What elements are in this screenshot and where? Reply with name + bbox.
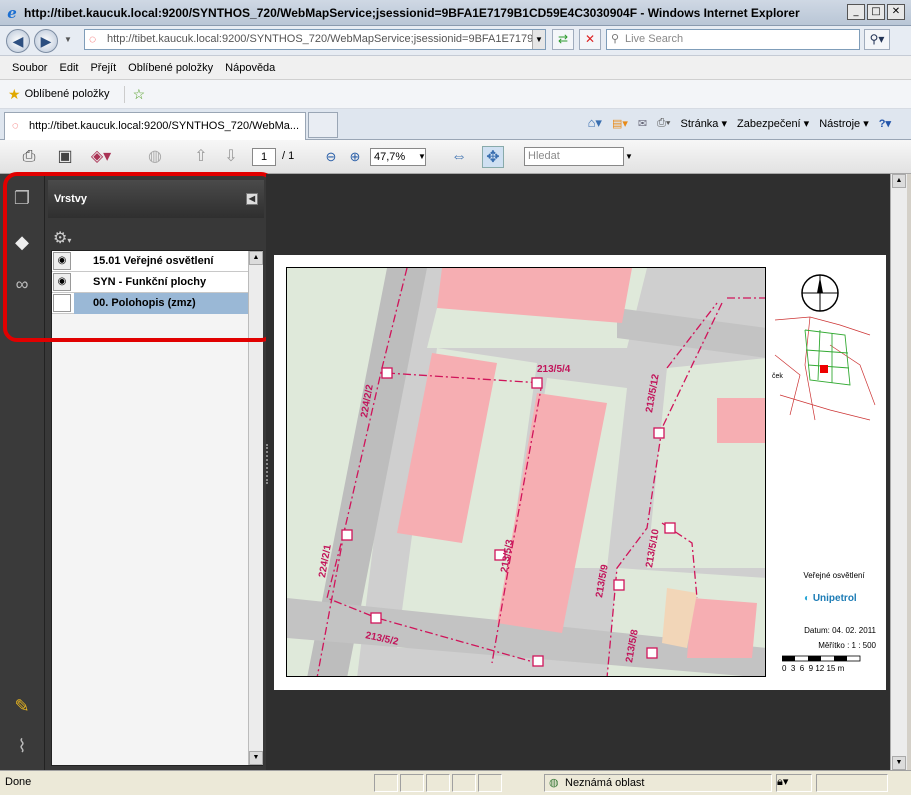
stop-icon[interactable]: ✕ xyxy=(579,29,601,50)
tools-menu[interactable]: Nástroje ▾ xyxy=(819,117,869,130)
ie-logo-icon: e xyxy=(7,3,17,22)
doc-scroll-down-icon[interactable]: ▼ xyxy=(892,756,906,770)
search-input[interactable]: ⚲ Live Search xyxy=(606,29,860,50)
map-legend-column: ček Veřejné osvětlení ◐ Unipetrol Datum:… xyxy=(768,255,886,690)
find-dropdown-icon[interactable]: ▼ xyxy=(625,152,633,161)
find-input[interactable]: Hledat xyxy=(524,147,624,166)
tab-page-icon: ◌ xyxy=(12,120,19,132)
window-title: http://tibet.kaucuk.local:9200/SYNTHOS_7… xyxy=(24,5,800,20)
add-favorite-icon[interactable]: ☆ xyxy=(123,85,145,103)
scale-label: Měřítko : 1 : 500 xyxy=(818,641,876,650)
status-segment xyxy=(478,774,502,792)
north-arrow-icon xyxy=(801,274,839,312)
parcel-label: 213/5/4 xyxy=(537,364,571,375)
status-segment xyxy=(426,774,450,792)
fit-page-icon[interactable]: ✥ xyxy=(482,146,504,168)
mail-icon[interactable]: ✉ xyxy=(638,117,647,130)
prev-page-icon[interactable]: ⇧ xyxy=(190,146,212,168)
menu-edit[interactable]: Edit xyxy=(53,62,84,74)
page-icon: ◌ xyxy=(89,32,97,46)
forward-button[interactable]: ▶ xyxy=(34,29,58,53)
highlight-annotation xyxy=(3,172,275,342)
home-icon[interactable]: ⌂▾ xyxy=(588,115,602,131)
date-label: Datum: 04. 02. 2011 xyxy=(804,626,876,635)
comments-icon[interactable]: ✎ xyxy=(10,694,34,718)
maximize-button[interactable]: □ xyxy=(867,4,885,20)
status-text: Done xyxy=(5,776,32,788)
save-icon[interactable]: ▣ xyxy=(54,146,76,168)
menu-soubor[interactable]: Soubor xyxy=(6,62,53,74)
menu-oblibene[interactable]: Oblíbené položky xyxy=(122,62,219,74)
overview-label: ček xyxy=(772,373,783,380)
title-bar: e http://tibet.kaucuk.local:9200/SYNTHOS… xyxy=(0,0,911,26)
map-frame[interactable]: 213/5/4 224/2/2 213/5/12 213/5/3 224/2/1… xyxy=(286,267,766,677)
search-icon: ⚲ xyxy=(611,33,620,45)
share-icon[interactable]: ◈▾ xyxy=(90,146,112,168)
overview-map: ček xyxy=(770,315,880,425)
favorites-button[interactable]: Oblíbené položky xyxy=(25,88,110,100)
web-icon[interactable]: ◍ xyxy=(144,146,166,168)
close-window-button[interactable]: ✕ xyxy=(887,4,905,20)
brand-logo-icon: ◐ xyxy=(804,593,811,604)
document-scrollbar[interactable]: ▲ ▼ xyxy=(890,174,907,770)
pdf-toolbar: ⎙ ▣ ◈▾ ◍ ⇧ ⇩ 1 / 1 ⊖ ⊕ 47,7% ▼ ⇔ ✥ Hleda… xyxy=(0,140,911,174)
print-icon[interactable]: ⎙ xyxy=(18,146,40,168)
status-segment xyxy=(400,774,424,792)
tab-active[interactable]: ◌ http://tibet.kaucuk.local:9200/SYNTHOS… xyxy=(4,112,306,140)
zoom-in-icon[interactable]: ⊕ xyxy=(344,146,366,168)
help-icon[interactable]: ?▾ xyxy=(879,117,891,130)
doc-scroll-up-icon[interactable]: ▲ xyxy=(892,174,906,188)
fit-width-icon[interactable]: ⇔ xyxy=(448,146,470,168)
page-menu[interactable]: Stránka ▾ xyxy=(681,117,728,130)
status-bar: Done ◍ Neznámá oblast 🔒︎▾ xyxy=(0,770,911,795)
scale-bar-icon xyxy=(782,655,861,662)
favorites-bar: ★ Oblíbené položky ☆ xyxy=(0,80,911,109)
status-segment xyxy=(374,774,398,792)
splitter-handle[interactable] xyxy=(266,444,272,484)
tab-row: ◌ http://tibet.kaucuk.local:9200/SYNTHOS… xyxy=(0,109,911,140)
address-bar[interactable]: ◌ http://tibet.kaucuk.local:9200/SYNTHOS… xyxy=(84,29,546,50)
status-segment xyxy=(452,774,476,792)
address-dropdown-icon[interactable]: ▼ xyxy=(532,30,545,49)
new-tab-button[interactable] xyxy=(308,112,338,138)
zoom-status[interactable] xyxy=(816,774,888,792)
history-dropdown-icon[interactable]: ▼ xyxy=(64,35,72,44)
star-icon: ★ xyxy=(8,85,21,102)
map-drawing: 213/5/4 224/2/2 213/5/12 213/5/3 224/2/1… xyxy=(287,268,765,676)
scroll-down-icon[interactable]: ▼ xyxy=(249,751,263,765)
minimize-button[interactable]: _ xyxy=(847,4,865,20)
address-toolbar: ◀ ▶ ▼ ◌ http://tibet.kaucuk.local:9200/S… xyxy=(0,26,911,56)
scale-bar-labels: 0 3 6 9 12 15 m xyxy=(782,664,845,673)
security-menu[interactable]: Zabezpečení ▾ xyxy=(737,117,809,130)
globe-icon: ◍ xyxy=(549,777,559,789)
refresh-icon[interactable]: ⇄ xyxy=(552,29,574,50)
print-icon[interactable]: ⎙▾ xyxy=(657,117,670,130)
search-go-button[interactable]: ⚲▾ xyxy=(864,29,890,50)
zoom-dropdown-icon[interactable]: ▼ xyxy=(418,152,426,161)
attachment-icon[interactable]: ⌇ xyxy=(10,734,34,758)
search-placeholder: Live Search xyxy=(625,33,684,45)
feeds-icon[interactable]: ▤▾ xyxy=(612,117,628,130)
back-button[interactable]: ◀ xyxy=(6,29,30,53)
menu-bar: Soubor Edit Přejít Oblíbené položky Nápo… xyxy=(0,56,911,80)
menu-prejit[interactable]: Přejít xyxy=(84,62,122,74)
protected-mode-icon[interactable]: 🔒︎▾ xyxy=(776,774,812,792)
tab-label: http://tibet.kaucuk.local:9200/SYNTHOS_7… xyxy=(29,120,300,132)
next-page-icon[interactable]: ⇩ xyxy=(220,146,242,168)
zone-indicator[interactable]: ◍ Neznámá oblast xyxy=(544,774,772,792)
page-number-input[interactable]: 1 xyxy=(252,148,276,166)
page-total: / 1 xyxy=(282,150,295,162)
legend-title: Veřejné osvětlení xyxy=(803,571,865,580)
menu-napoveda[interactable]: Nápověda xyxy=(219,62,281,74)
address-text: http://tibet.kaucuk.local:9200/SYNTHOS_7… xyxy=(107,33,541,45)
command-bar: ⌂▾ ▤▾ ✉ ⎙▾ Stránka ▾ Zabezpečení ▾ Nástr… xyxy=(588,115,891,131)
pdf-page: 213/5/4 224/2/2 213/5/12 213/5/3 224/2/1… xyxy=(274,255,886,690)
brand-logo: ◐ Unipetrol xyxy=(804,593,857,604)
zoom-out-icon[interactable]: ⊖ xyxy=(320,146,342,168)
